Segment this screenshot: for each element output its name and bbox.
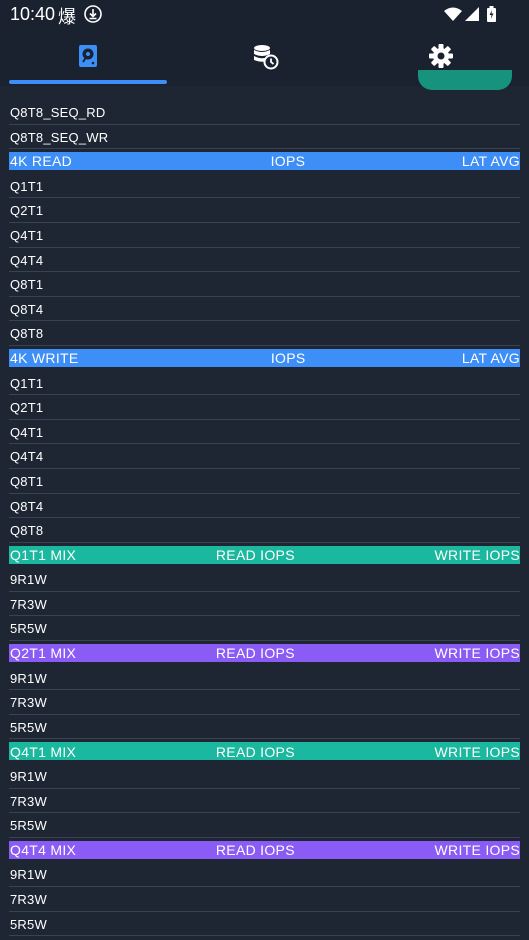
list-item: Q8T8: [9, 518, 520, 543]
list-item: 9R1W: [9, 666, 520, 691]
list-item: Q8T4: [9, 494, 520, 519]
battery-icon: [487, 6, 496, 22]
list-item: 7R3W: [9, 887, 520, 912]
list-item: Q8T1: [9, 469, 520, 494]
disk-icon: [79, 45, 97, 67]
list-item: Q8T4: [9, 297, 520, 322]
list-item: 5R5W: [9, 912, 520, 937]
section-header-q4t4-mix: Q4T4 MIX READ IOPS WRITE IOPS: [9, 840, 520, 859]
list-item: Q4T4: [9, 248, 520, 273]
list-item: Q2T1: [9, 395, 520, 420]
list-item: Q2T1: [9, 198, 520, 223]
floating-action-button[interactable]: [418, 70, 512, 90]
list-item: 5R5W: [9, 715, 520, 740]
section-header-q1t1-mix: Q1T1 MIX READ IOPS WRITE IOPS: [9, 545, 520, 564]
list-item: Q4T4: [9, 444, 520, 469]
list-item: Q8T8: [9, 321, 520, 346]
signal-icon: [465, 7, 479, 21]
status-time: 10:40: [10, 4, 56, 24]
list-item: Q1T1: [9, 371, 520, 396]
section-header-q4t1-mix: Q4T1 MIX READ IOPS WRITE IOPS: [9, 742, 520, 761]
section-header-4k-write: 4K WRITE IOPS LAT AVG: [9, 348, 520, 367]
list-item: 9R1W: [9, 764, 520, 789]
list-item: Q4T1: [9, 223, 520, 248]
list-item: Q8T1: [9, 272, 520, 297]
status-bar: 10:40 爆: [0, 0, 529, 30]
list-item: 7R3W: [9, 690, 520, 715]
list-item: 7R3W: [9, 789, 520, 814]
gear-icon: [429, 44, 453, 68]
tab-disk-benchmark[interactable]: [0, 30, 176, 86]
list-item: 9R1W: [9, 567, 520, 592]
tab-history[interactable]: [176, 30, 352, 86]
list-item: Q8T8_SEQ_WR: [9, 125, 520, 150]
app-notification-glyph: 爆: [58, 7, 76, 27]
wifi-icon: [444, 7, 462, 21]
benchmark-results-list: Q8T8_SEQ_RD Q8T8_SEQ_WR 4K READ IOPS LAT…: [0, 100, 529, 937]
download-status-icon: [84, 5, 102, 23]
list-item: 9R1W: [9, 862, 520, 887]
list-item: Q4T1: [9, 420, 520, 445]
section-header-4k-read: 4K READ IOPS LAT AVG: [9, 152, 520, 171]
list-item: 5R5W: [9, 813, 520, 838]
section-header-q2t1-mix: Q2T1 MIX READ IOPS WRITE IOPS: [9, 644, 520, 663]
list-item: 7R3W: [9, 592, 520, 617]
list-item: 5R5W: [9, 616, 520, 642]
database-history-icon: [254, 45, 279, 70]
list-item: Q8T8_SEQ_RD: [9, 100, 520, 125]
selected-tab-indicator: [9, 80, 167, 84]
list-item: Q1T1: [9, 174, 520, 199]
